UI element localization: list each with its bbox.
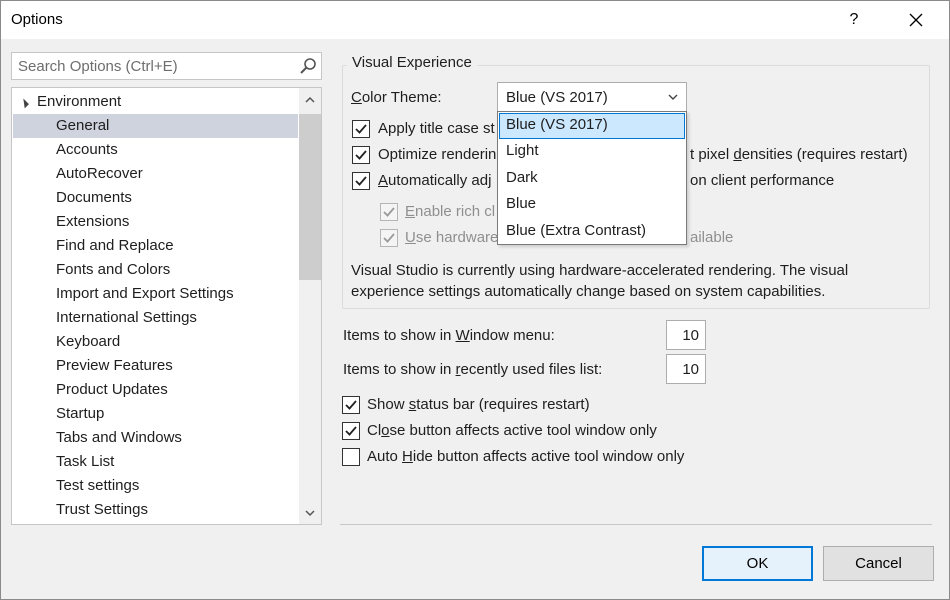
tree-item-label: International Settings [56, 309, 197, 326]
title-bar: Options ? [1, 1, 949, 39]
tree-item[interactable]: Task List [13, 450, 298, 474]
tree-item[interactable]: International Settings [13, 306, 298, 330]
dropdown-option[interactable]: Blue (Extra Contrast) [499, 219, 685, 245]
tree-item[interactable]: AutoRecover [13, 162, 298, 186]
footer-separator [340, 524, 932, 525]
tree-item[interactable]: Product Updates [13, 378, 298, 402]
tree-item[interactable]: Import and Export Settings [13, 282, 298, 306]
tree-item-label: Fonts and Colors [56, 261, 171, 278]
tree-item[interactable]: Find and Replace [13, 234, 298, 258]
rendering-info-text: Visual Studio is currently using hardwar… [351, 262, 849, 300]
group-title: Visual Experience [347, 54, 477, 71]
hardware-graphics-checkbox[interactable] [380, 229, 398, 247]
tree-item-label: Preview Features [56, 357, 173, 374]
tree-item-label: Test settings [56, 477, 140, 494]
tree-item[interactable]: Test settings [13, 474, 298, 498]
title-case-label: Apply title case st [378, 120, 495, 137]
tree-item-label: Environment [37, 93, 122, 110]
tree-item-label: Tabs and Windows [56, 429, 182, 446]
title-case-checkbox[interactable] [352, 120, 370, 138]
tree-item-label: Product Updates [56, 381, 168, 398]
options-tree: Environment General Accounts AutoRecover Do… [11, 87, 322, 525]
tree-item-label: AutoRecover [56, 165, 143, 182]
tree-item-label: Accounts [56, 141, 118, 158]
auto-adjust-label-tail: on client performance [690, 172, 835, 189]
checkmark-icon [383, 233, 395, 243]
close-button-label: Close button affects active tool window … [367, 422, 657, 439]
tree-item-label: Trust Settings [56, 501, 148, 518]
tree-item-label: Task List [56, 453, 115, 470]
checkmark-icon [345, 426, 357, 436]
window-title: Options [11, 11, 63, 28]
ok-button[interactable]: OK [702, 546, 813, 581]
checkmark-icon [355, 124, 367, 134]
window-menu-count-input[interactable]: 10 [666, 320, 706, 350]
auto-hide-label: Auto Hide button affects active tool win… [367, 448, 685, 465]
chevron-down-icon [305, 509, 315, 516]
checkmark-icon [355, 176, 367, 186]
close-button-checkbox[interactable] [342, 422, 360, 440]
scroll-thumb[interactable] [299, 114, 321, 280]
recent-files-count-input[interactable]: 10 [666, 354, 706, 384]
status-bar-checkbox[interactable] [342, 396, 360, 414]
search-box [11, 52, 322, 80]
chevron-down-icon [668, 94, 678, 100]
hardware-graphics-label: Use hardware [405, 229, 499, 246]
tree-item-label: Documents [56, 189, 132, 206]
rich-client-checkbox[interactable] [380, 203, 398, 221]
optimize-rendering-label-tail: t pixel densities (requires restart) [690, 146, 908, 163]
tree-item[interactable]: General [13, 114, 298, 138]
options-dialog: Options ? Environment General Accounts Aut… [0, 0, 950, 600]
tree-item[interactable]: Documents [13, 186, 298, 210]
tree-item[interactable]: Trust Settings [13, 498, 298, 522]
close-icon [909, 13, 923, 27]
checkmark-icon [345, 400, 357, 410]
optimize-rendering-checkbox[interactable] [352, 146, 370, 164]
close-button[interactable] [893, 1, 939, 39]
dropdown-option[interactable]: Blue (VS 2017) [499, 113, 685, 139]
tree-item[interactable]: Fonts and Colors [13, 258, 298, 282]
tree-item-label: Keyboard [56, 333, 121, 350]
tree-item-label: Extensions [56, 213, 130, 230]
dropdown-option[interactable]: Light [499, 139, 685, 165]
status-bar-label: Show status bar (requires restart) [367, 396, 590, 413]
help-button[interactable]: ? [831, 1, 877, 39]
optimize-rendering-label: Optimize renderin [378, 146, 497, 163]
tree-item[interactable]: Accounts [13, 138, 298, 162]
color-theme-combobox[interactable]: Blue (VS 2017) [497, 82, 687, 112]
color-theme-value: Blue (VS 2017) [506, 89, 608, 106]
color-theme-label: Color Theme: [351, 89, 442, 106]
chevron-up-icon [305, 96, 315, 103]
search-icon[interactable] [299, 57, 317, 75]
hardware-graphics-label-tail: ailable [690, 229, 734, 246]
expanded-triangle-icon[interactable] [19, 98, 29, 109]
tree-item[interactable]: Startup [13, 402, 298, 426]
tree-item-label: Import and Export Settings [56, 285, 234, 302]
rich-client-label: Enable rich cl [405, 203, 496, 220]
dropdown-option[interactable]: Dark [499, 166, 685, 192]
tree-item-label: General [56, 117, 110, 134]
tree-item[interactable]: Keyboard [13, 330, 298, 354]
help-icon: ? [849, 11, 859, 28]
checkmark-icon [355, 150, 367, 160]
auto-adjust-checkbox[interactable] [352, 172, 370, 190]
auto-adjust-label: Automatically adj [378, 172, 492, 189]
scroll-down-arrow[interactable] [299, 502, 321, 524]
tree-item-environment[interactable]: Environment [13, 90, 298, 114]
checkmark-icon [383, 207, 395, 217]
tree-item-label: Startup [56, 405, 105, 422]
tree-item[interactable]: Tabs and Windows [13, 426, 298, 450]
scroll-up-arrow[interactable] [299, 88, 321, 110]
auto-hide-checkbox[interactable] [342, 448, 360, 466]
tree-item[interactable]: Extensions [13, 210, 298, 234]
recent-files-label: Items to show in recently used files lis… [343, 361, 603, 378]
tree-item[interactable]: Preview Features [13, 354, 298, 378]
dropdown-option[interactable]: Blue [499, 192, 685, 218]
color-theme-dropdown-list: Blue (VS 2017) Light Dark Blue Blue (Extra C… [497, 111, 687, 245]
tree-item-label: Find and Replace [56, 237, 174, 254]
cancel-button[interactable]: Cancel [823, 546, 934, 581]
window-menu-label: Items to show in Window menu: [343, 327, 555, 344]
tree-scrollbar[interactable] [299, 88, 321, 524]
search-input[interactable] [12, 53, 292, 79]
